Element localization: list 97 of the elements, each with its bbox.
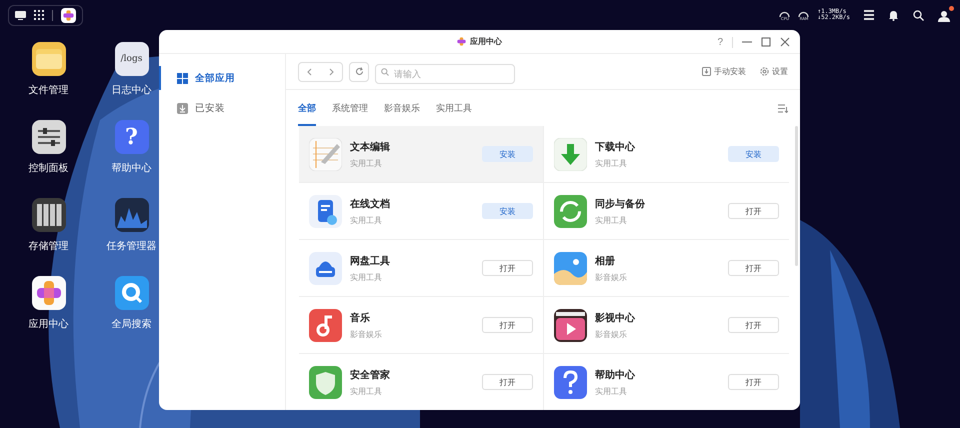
app-center-taskbar-icon[interactable] (61, 8, 76, 22)
sidebar-item[interactable]: 已安装 (159, 96, 285, 120)
shield-icon (309, 366, 342, 398)
app-card[interactable]: 文本编辑 实用工具 安装 (299, 126, 544, 183)
open-button[interactable]: 打开 (482, 374, 533, 390)
app-label: 控制面板 (28, 162, 68, 175)
refresh-icon (354, 67, 364, 76)
open-button[interactable]: 打开 (728, 260, 779, 276)
app-label: 应用中心 (28, 318, 68, 331)
grid-icon (177, 72, 188, 84)
app-category: 影音娱乐 (595, 272, 628, 282)
app-name: 安全管家 (350, 368, 391, 382)
music-note-icon (309, 308, 342, 342)
folder-icon (36, 49, 62, 69)
app-name: 下载中心 (595, 140, 636, 154)
app-card[interactable]: 网盘工具 实用工具 打开 (299, 240, 544, 297)
app-name: 相册 (595, 254, 616, 268)
settings-button[interactable]: 设置 (760, 66, 788, 77)
app-tile[interactable] (32, 42, 66, 76)
bell-icon[interactable] (888, 10, 899, 20)
back-button[interactable] (306, 68, 314, 76)
app-category: 实用工具 (595, 386, 628, 396)
app-category: 实用工具 (595, 214, 628, 226)
app-tile[interactable] (32, 120, 66, 154)
document-cloud-icon (309, 194, 342, 228)
app-name: 影视中心 (595, 311, 636, 324)
app-tile[interactable]: /logs (114, 42, 148, 76)
help-button[interactable]: ? (717, 36, 723, 48)
window-title: 应用中心 (470, 36, 502, 47)
app-name: 在线文档 (350, 198, 391, 210)
app-name: 文本编辑 (350, 140, 391, 154)
question-mark-icon: ? (125, 124, 138, 150)
app-tile[interactable] (114, 198, 148, 232)
settings-icon (760, 67, 769, 76)
app-tile[interactable] (32, 198, 66, 232)
category-tab[interactable]: 影音娱乐 (384, 90, 420, 126)
install-button[interactable]: 安装 (482, 146, 533, 162)
sort-icon[interactable] (778, 104, 788, 112)
download-icon (177, 102, 188, 114)
app-name: 同步与备份 (595, 198, 646, 210)
scrollbar[interactable] (795, 126, 798, 266)
app-tile[interactable]: ? (114, 120, 148, 154)
app-name: 音乐 (350, 311, 371, 324)
app-label: 全局搜索 (112, 318, 152, 331)
server-icon[interactable] (864, 10, 874, 20)
forward-button[interactable] (327, 68, 336, 76)
notepad-icon (309, 138, 342, 170)
app-center-icon (36, 280, 62, 306)
app-label: 存储管理 (28, 240, 68, 253)
install-button[interactable]: 安装 (482, 203, 533, 219)
storage-drives-icon (36, 204, 62, 226)
app-category: 实用工具 (350, 214, 383, 226)
drive-icon (309, 252, 342, 284)
app-category: 实用工具 (350, 386, 383, 396)
app-category: 影音娱乐 (350, 328, 383, 340)
sliders-icon (38, 127, 60, 147)
category-tab[interactable]: 实用工具 (436, 90, 472, 126)
install-box-icon (702, 67, 711, 76)
question-mark-icon (554, 366, 587, 398)
download-arrow-icon (554, 138, 587, 170)
sync-icon (554, 194, 587, 228)
search-icon[interactable] (913, 10, 924, 20)
search-icon (120, 281, 144, 305)
sidebar-item[interactable]: 全部应用 (159, 66, 285, 90)
app-category: 实用工具 (350, 272, 383, 282)
app-center-icon (457, 37, 466, 46)
app-category: 实用工具 (350, 158, 383, 168)
app-tile[interactable] (32, 276, 66, 310)
open-button[interactable]: 打开 (482, 317, 533, 333)
app-category: 实用工具 (595, 158, 628, 168)
app-name: 帮助中心 (595, 368, 636, 382)
app-grid-icon[interactable] (34, 10, 44, 20)
install-button[interactable]: 安装 (728, 146, 779, 162)
open-button[interactable]: 打开 (728, 203, 779, 219)
manual-install-button[interactable]: 手动安装 (702, 66, 746, 77)
search-field[interactable]: 请输入 (375, 64, 515, 84)
app-label: 帮助中心 (112, 162, 152, 175)
app-label: 任务管理器 (106, 240, 156, 253)
open-button[interactable]: 打开 (728, 317, 779, 333)
app-label: 文件管理 (28, 84, 68, 97)
open-button[interactable]: 打开 (482, 260, 533, 276)
video-play-icon (554, 308, 587, 342)
app-category: 影音娱乐 (595, 328, 628, 340)
app-name: 网盘工具 (350, 254, 391, 268)
refresh-button[interactable] (349, 62, 369, 82)
photo-icon (554, 252, 587, 284)
app-tile[interactable] (114, 276, 148, 310)
category-tab[interactable]: 系统管理 (332, 90, 368, 126)
app-label: 日志中心 (112, 84, 152, 97)
close-icon[interactable] (780, 37, 790, 47)
app-card[interactable]: 音乐 影音娱乐 打开 (299, 297, 544, 354)
app-card[interactable]: 在线文档 实用工具 安装 (299, 183, 544, 240)
user-icon[interactable] (938, 8, 952, 22)
open-button[interactable]: 打开 (728, 374, 779, 390)
logs-icon-text: /logs (120, 54, 142, 64)
search-icon (381, 68, 389, 76)
maximize-icon[interactable] (761, 37, 771, 47)
